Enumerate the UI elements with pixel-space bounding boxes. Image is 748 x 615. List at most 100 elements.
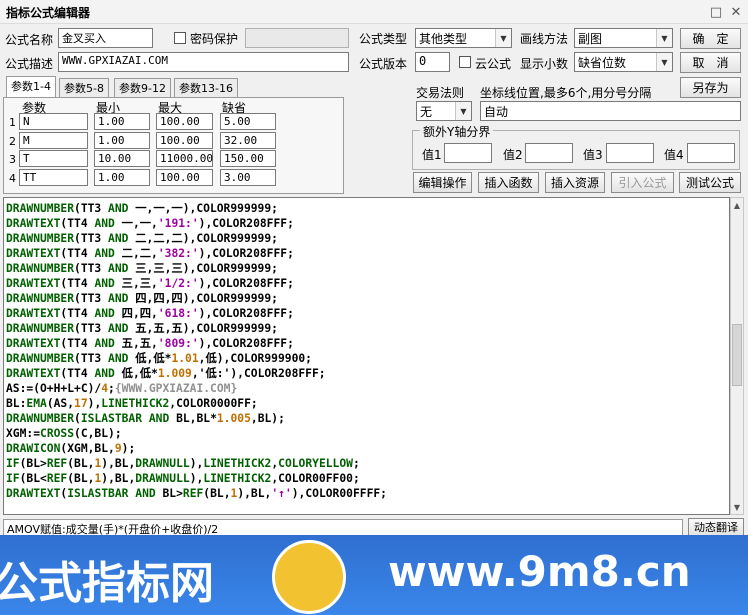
tab-params-9-12[interactable]: 参数9-12 xyxy=(114,78,171,97)
param-default-cell[interactable]: 150.00 xyxy=(220,150,276,167)
code-line[interactable]: IF(BL>REF(BL,1),BL,DRAWNULL),LINETHICK2,… xyxy=(6,456,729,471)
param-name-cell[interactable]: M xyxy=(19,132,88,149)
code-token: (TT4 xyxy=(60,277,95,290)
save-as-button[interactable]: 另存为 xyxy=(680,77,741,98)
code-token: DRAWNUMBER xyxy=(6,322,75,335)
code-token: AND xyxy=(94,367,115,380)
code-line[interactable]: XGM:=CROSS(C,BL); xyxy=(6,426,729,441)
import-formula-button[interactable]: 引入公式 xyxy=(611,172,674,193)
dynamic-translate-button[interactable]: 动态翻译 xyxy=(688,518,744,536)
code-token: AND xyxy=(94,307,115,320)
edit-ops-button[interactable]: 编辑操作 xyxy=(413,172,472,193)
param-max-cell[interactable]: 11000.00 xyxy=(156,150,213,167)
code-token: ),COLOR208FFF; xyxy=(198,247,294,260)
password-checkbox[interactable] xyxy=(174,32,186,44)
code-line[interactable]: BL:EMA(AS,17),LINETHICK2,COLOR0000FF; xyxy=(6,396,729,411)
code-token: XGM:= xyxy=(6,427,41,440)
code-token: (TT3 xyxy=(74,292,109,305)
code-editor[interactable]: DRAWNUMBER(TT3 AND 一,一,一),COLOR999999; DR… xyxy=(3,197,730,515)
code-line[interactable]: DRAWTEXT(TT4 AND 五,五,'809:'),COLOR208FFF… xyxy=(6,336,729,351)
code-line[interactable]: DRAWTEXT(TT4 AND 四,四,'618:'),COLOR208FFF… xyxy=(6,306,729,321)
code-line[interactable]: DRAWNUMBER(TT3 AND 低,低*1.01,低),COLOR9999… xyxy=(6,351,729,366)
code-line[interactable]: DRAWNUMBER(TT3 AND 五,五,五),COLOR999999; xyxy=(6,321,729,336)
param-max-cell[interactable]: 100.00 xyxy=(156,169,213,186)
maximize-icon[interactable]: □ xyxy=(706,3,726,21)
coord-line-input[interactable]: 自动 xyxy=(480,101,741,121)
code-token: 9 xyxy=(114,442,122,455)
code-line[interactable]: DRAWICON(XGM,BL,9); xyxy=(6,441,729,456)
draw-method-select[interactable]: 副图 ▼ xyxy=(574,28,673,48)
trade-rule-select[interactable]: 无 ▼ xyxy=(416,101,472,121)
code-line[interactable]: DRAWNUMBER(TT3 AND 二,二,二),COLOR999999; xyxy=(6,231,729,246)
param-default-cell[interactable]: 3.00 xyxy=(220,169,276,186)
code-line[interactable]: IF(BL<REF(BL,1),BL,DRAWNULL),LINETHICK2,… xyxy=(6,471,729,486)
editor-scrollbar[interactable]: ▲ ▼ xyxy=(730,197,744,515)
chevron-down-icon[interactable]: ▼ xyxy=(455,102,471,120)
code-text[interactable]: DRAWNUMBER(TT3 AND 一,一,一),COLOR999999; DR… xyxy=(4,198,729,501)
param-max-cell[interactable]: 100.00 xyxy=(156,113,213,130)
yaxis-value4-input[interactable] xyxy=(687,143,735,163)
param-default-cell[interactable]: 5.00 xyxy=(220,113,276,130)
insert-function-button[interactable]: 插入函数 xyxy=(478,172,539,193)
param-name-cell[interactable]: TT xyxy=(19,169,88,186)
scroll-up-icon[interactable]: ▲ xyxy=(731,198,743,212)
code-token: (TT3 xyxy=(74,232,109,245)
code-line[interactable]: DRAWNUMBER(TT3 AND 四,四,四),COLOR999999; xyxy=(6,291,729,306)
code-token: AND xyxy=(94,337,115,350)
window-title: 指标公式编辑器 xyxy=(6,6,91,20)
code-line[interactable]: DRAWNUMBER(TT3 AND 三,三,三),COLOR999999; xyxy=(6,261,729,276)
formula-version-input[interactable]: 0 xyxy=(415,52,450,72)
param-min-cell[interactable]: 1.00 xyxy=(94,113,150,130)
decimals-select[interactable]: 缺省位数 ▼ xyxy=(574,52,673,72)
tab-params-13-16[interactable]: 参数13-16 xyxy=(174,78,238,97)
code-token: DRAWNUMBER xyxy=(6,262,75,275)
code-token: (TT3 xyxy=(74,262,109,275)
param-max-cell[interactable]: 100.00 xyxy=(156,132,213,149)
formula-type-select[interactable]: 其他类型 ▼ xyxy=(415,28,512,48)
code-token: DRAWTEXT xyxy=(6,367,61,380)
cloud-formula-checkbox[interactable] xyxy=(459,56,471,68)
code-line[interactable]: DRAWTEXT(ISLASTBAR AND BL>REF(BL,1),BL,'… xyxy=(6,486,729,501)
password-input[interactable] xyxy=(245,28,349,48)
chevron-down-icon[interactable]: ▼ xyxy=(656,29,672,47)
code-line[interactable]: DRAWTEXT(TT4 AND 三,三,'1/2:'),COLOR208FFF… xyxy=(6,276,729,291)
test-formula-button[interactable]: 测试公式 xyxy=(679,172,741,193)
code-token: 一,一,一),COLOR999999; xyxy=(128,202,278,215)
code-token: (BL< xyxy=(19,472,47,485)
param-min-cell[interactable]: 10.00 xyxy=(94,150,150,167)
password-label: 密码保护 xyxy=(190,32,239,46)
code-line[interactable]: DRAWTEXT(TT4 AND 低,低*1.009,'低:'),COLOR20… xyxy=(6,366,729,381)
chevron-down-icon[interactable]: ▼ xyxy=(656,53,672,71)
tab-params-1-4[interactable]: 参数1-4 xyxy=(6,76,56,98)
code-line[interactable]: DRAWNUMBER(TT3 AND 一,一,一),COLOR999999; xyxy=(6,201,729,216)
chevron-down-icon[interactable]: ▼ xyxy=(495,29,511,47)
code-token: 4 xyxy=(101,382,109,395)
param-name-cell[interactable]: T xyxy=(19,150,88,167)
formula-desc-input[interactable]: WWW.GPXIAZAI.COM xyxy=(58,52,349,72)
insert-resource-button[interactable]: 插入资源 xyxy=(545,172,605,193)
tab-params-5-8[interactable]: 参数5-8 xyxy=(59,78,109,97)
formula-desc-label: 公式描述 xyxy=(5,57,54,71)
ok-button[interactable]: 确 定 xyxy=(680,28,741,49)
yaxis-value3-input[interactable] xyxy=(606,143,654,163)
scroll-down-icon[interactable]: ▼ xyxy=(731,500,743,514)
code-line[interactable]: DRAWTEXT(TT4 AND 二,二,'382:'),COLOR208FFF… xyxy=(6,246,729,261)
code-line[interactable]: AS:=(O+H+L+C)/4;{WWW.GPXIAZAI.COM} xyxy=(6,381,729,396)
param-min-cell[interactable]: 1.00 xyxy=(94,132,150,149)
code-line[interactable]: DRAWTEXT(TT4 AND 一,一,'191:'),COLOR208FFF… xyxy=(6,216,729,231)
code-token: ), xyxy=(189,472,204,485)
code-token: (TT3 xyxy=(74,322,109,335)
code-token: DRAWTEXT xyxy=(6,277,61,290)
param-min-cell[interactable]: 1.00 xyxy=(94,169,150,186)
param-default-cell[interactable]: 32.00 xyxy=(220,132,276,149)
yaxis-value2-input[interactable] xyxy=(525,143,573,163)
formula-name-input[interactable]: 金叉买入 xyxy=(58,28,153,48)
code-line[interactable]: DRAWNUMBER(ISLASTBAR AND BL,BL*1.005,BL)… xyxy=(6,411,729,426)
code-token: DRAWNULL xyxy=(135,457,190,470)
close-icon[interactable]: ✕ xyxy=(726,3,746,21)
scrollbar-thumb[interactable] xyxy=(732,324,742,386)
param-name-cell[interactable]: N xyxy=(19,113,88,130)
code-token: DRAWTEXT xyxy=(6,337,61,350)
yaxis-value1-input[interactable] xyxy=(444,143,492,163)
cancel-button[interactable]: 取 消 xyxy=(680,52,741,73)
